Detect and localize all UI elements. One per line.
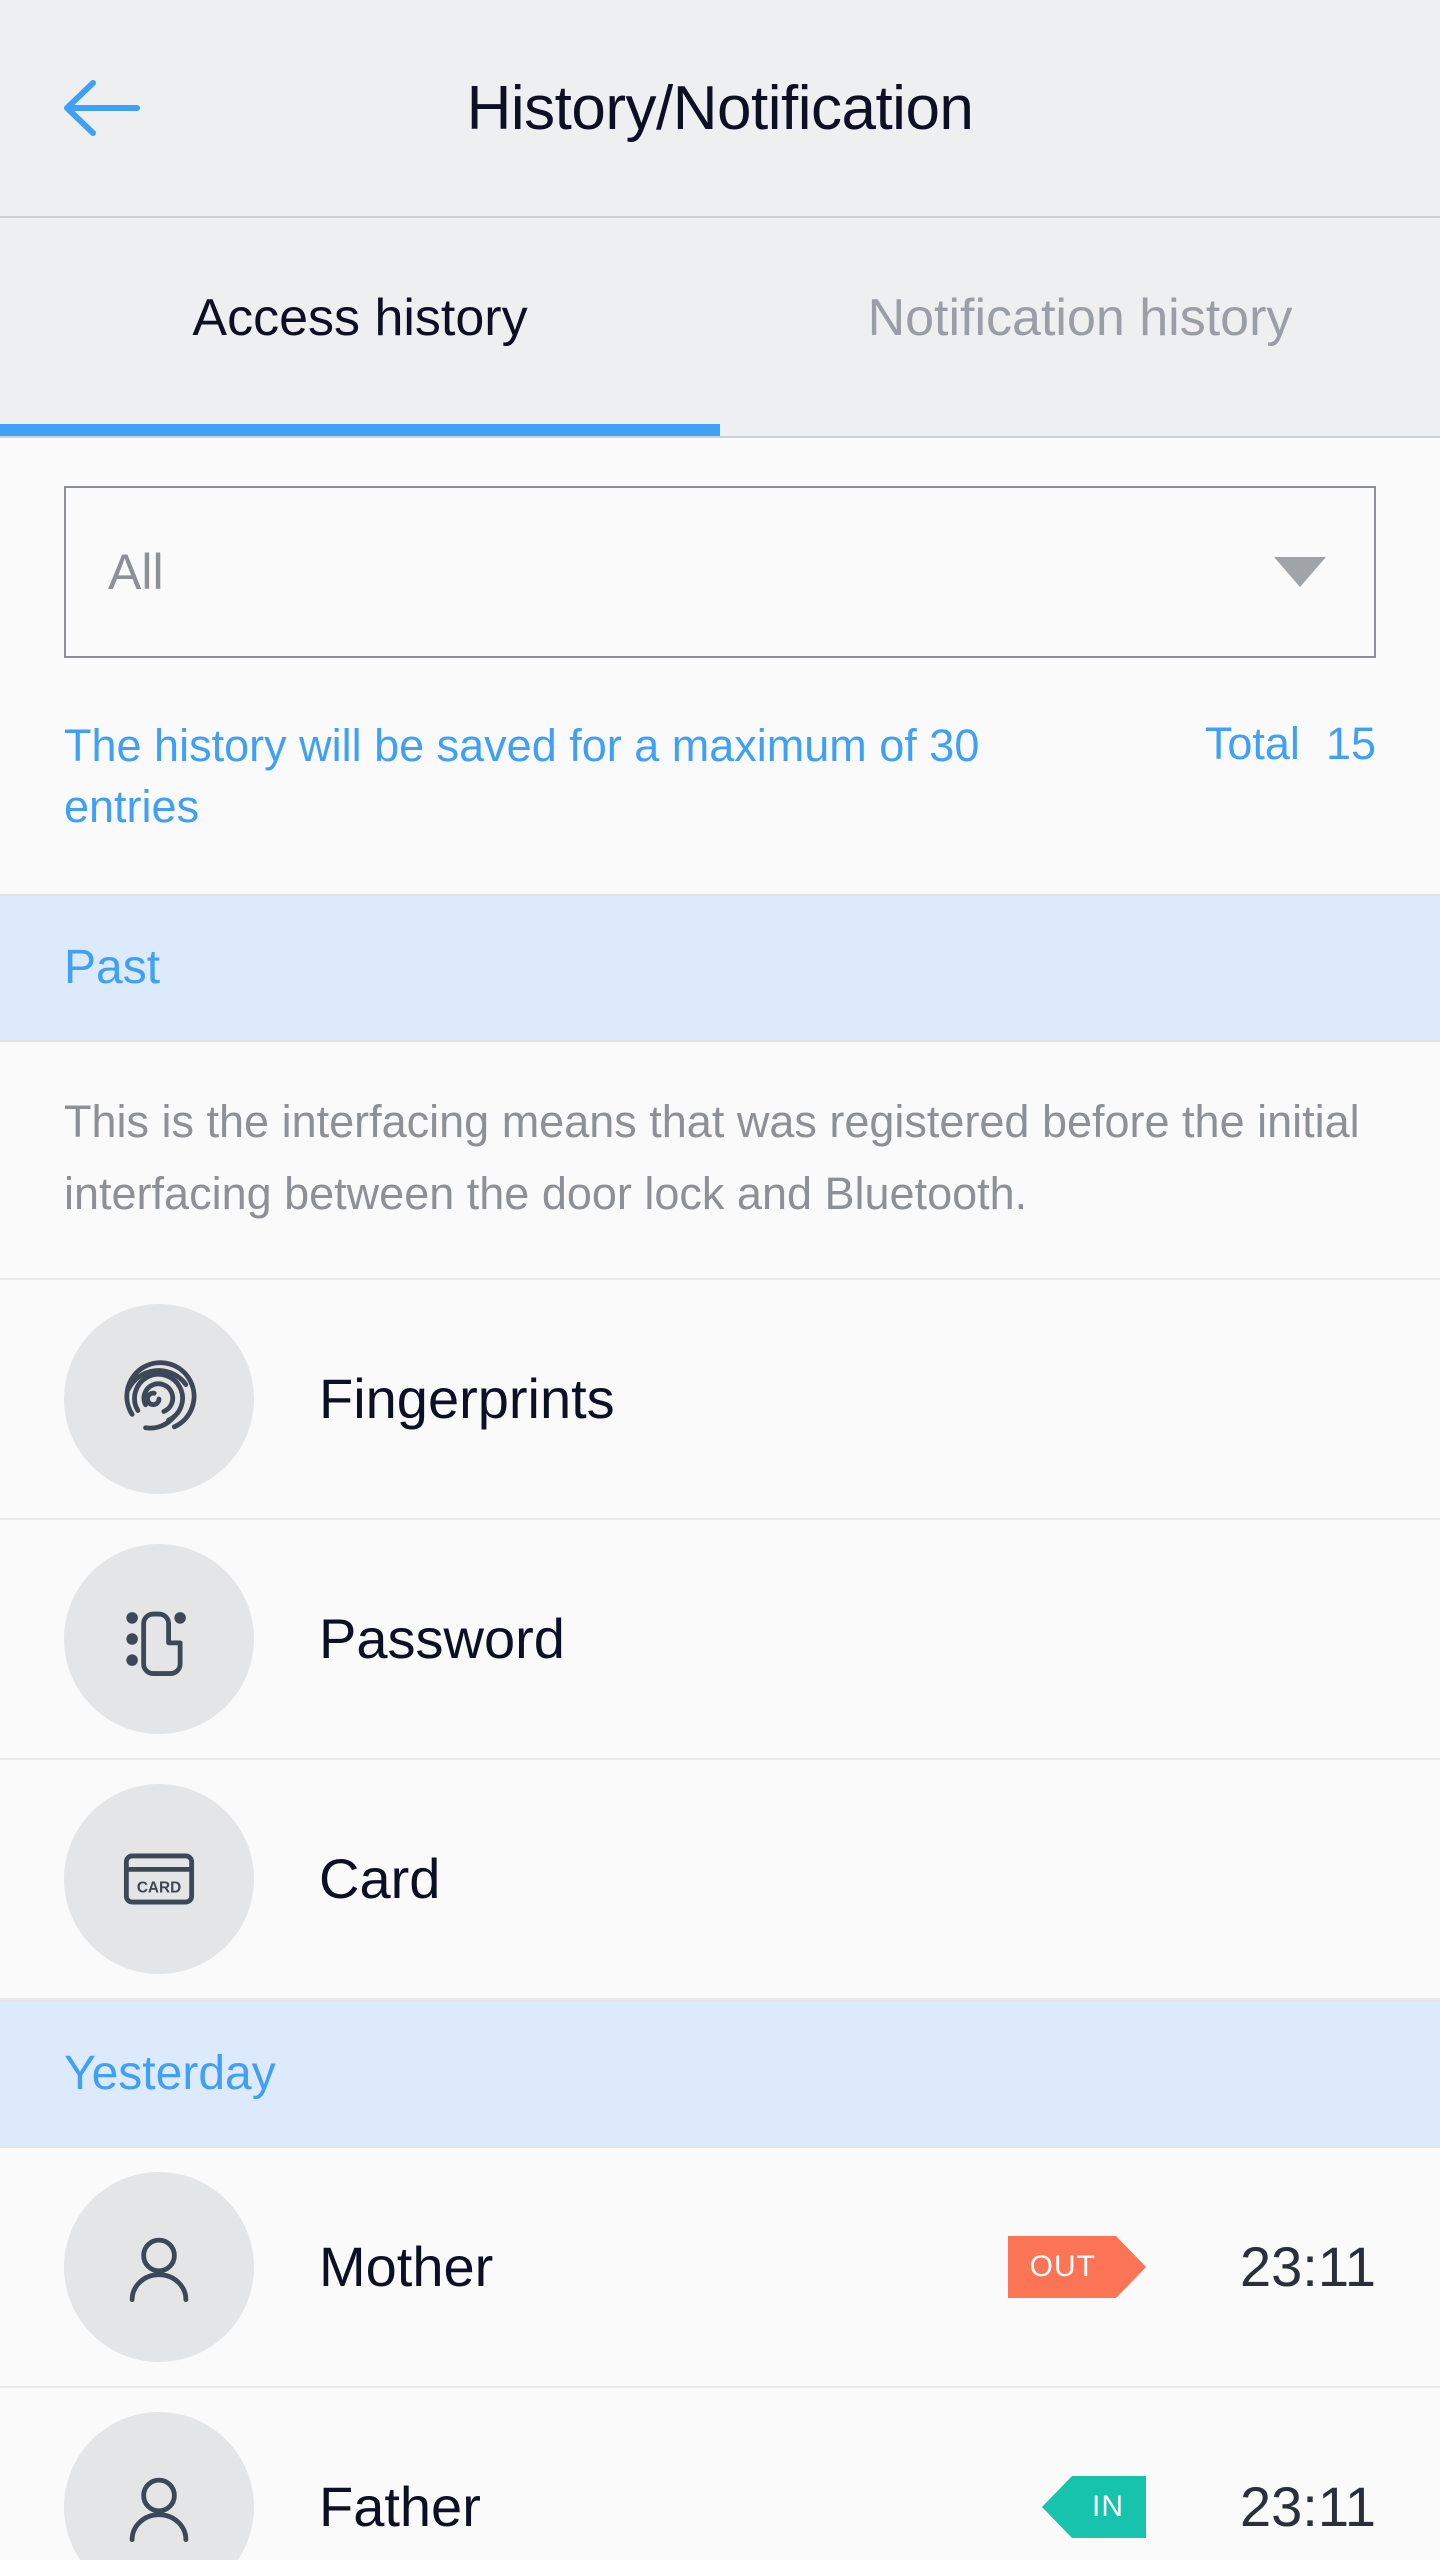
fingerprint-icon	[124, 1359, 197, 1431]
person-icon	[129, 2237, 189, 2302]
page-title: History/Notification	[466, 73, 974, 143]
list-item[interactable]: CARD Card	[0, 1759, 1440, 2000]
card-icon-wrap: CARD	[64, 1783, 254, 1974]
section-past-description: This is the interfacing means that was r…	[64, 1095, 1360, 1219]
filter-spacer	[64, 838, 1376, 894]
info-row: The history will be saved for a maximum …	[64, 658, 1376, 838]
tab-bar: Access history Notification history	[0, 218, 1440, 438]
list-item-label: Password	[319, 1607, 565, 1670]
back-button[interactable]	[52, 58, 152, 158]
table-row[interactable]: Mother OUT 23:11	[0, 2147, 1440, 2388]
card-icon: CARD	[123, 1853, 195, 1904]
table-row-name: Father	[319, 2475, 481, 2538]
total-count: Total 15	[1205, 716, 1376, 770]
total-value: 15	[1325, 718, 1376, 769]
tab-access-history[interactable]: Access history	[0, 218, 720, 436]
person-icon-wrap	[64, 2171, 254, 2362]
history-retention-note: The history will be saved for a maximum …	[64, 720, 980, 832]
keypad-icon-wrap	[64, 1543, 254, 1734]
svg-text:CARD: CARD	[137, 1879, 181, 1896]
list-item[interactable]: Fingerprints	[0, 1279, 1440, 1520]
table-row-time: 23:11	[1240, 2235, 1376, 2298]
fingerprint-icon-wrap	[64, 1303, 254, 1494]
person-icon-wrap	[64, 2411, 254, 2560]
status-badge: OUT	[1007, 2235, 1147, 2298]
keypad-icon	[126, 1611, 186, 1676]
table-row-time: 23:11	[1240, 2475, 1376, 2538]
list-item-label: Fingerprints	[319, 1367, 615, 1430]
arrow-left-icon	[64, 80, 140, 136]
total-label: Total	[1204, 718, 1300, 769]
chevron-down-icon	[1274, 557, 1326, 587]
section-header-yesterday-label: Yesterday	[64, 2047, 276, 2100]
status-badge: IN	[1042, 2475, 1146, 2538]
section-header-yesterday: Yesterday	[0, 1999, 1440, 2148]
person-icon	[129, 2477, 189, 2542]
history-filter-value: All	[108, 544, 164, 600]
section-past-description-block: This is the interfacing means that was r…	[0, 1041, 1440, 1280]
active-tab-indicator	[0, 424, 720, 436]
tab-notification-history-label: Notification history	[867, 289, 1293, 347]
table-row[interactable]: Father IN 23:11	[0, 2387, 1440, 2560]
tab-notification-history[interactable]: Notification history	[720, 218, 1440, 436]
table-row-name: Mother	[319, 2235, 494, 2298]
history-filter-select[interactable]: All	[64, 486, 1376, 658]
list-item-label: Card	[319, 1847, 441, 1910]
table-row-meta: IN 23:11	[1042, 2474, 1376, 2539]
section-header-past-label: Past	[64, 941, 161, 994]
filter-area: All The history will be saved for a maxi…	[0, 438, 1440, 894]
list-item[interactable]: Password	[0, 1519, 1440, 1760]
table-row-meta: OUT 23:11	[1007, 2234, 1376, 2299]
app-header: History/Notification	[0, 0, 1440, 218]
section-header-past: Past	[0, 893, 1440, 1042]
tab-access-history-label: Access history	[192, 289, 528, 347]
history-notification-screen: History/Notification Access history Noti…	[0, 0, 1440, 2560]
